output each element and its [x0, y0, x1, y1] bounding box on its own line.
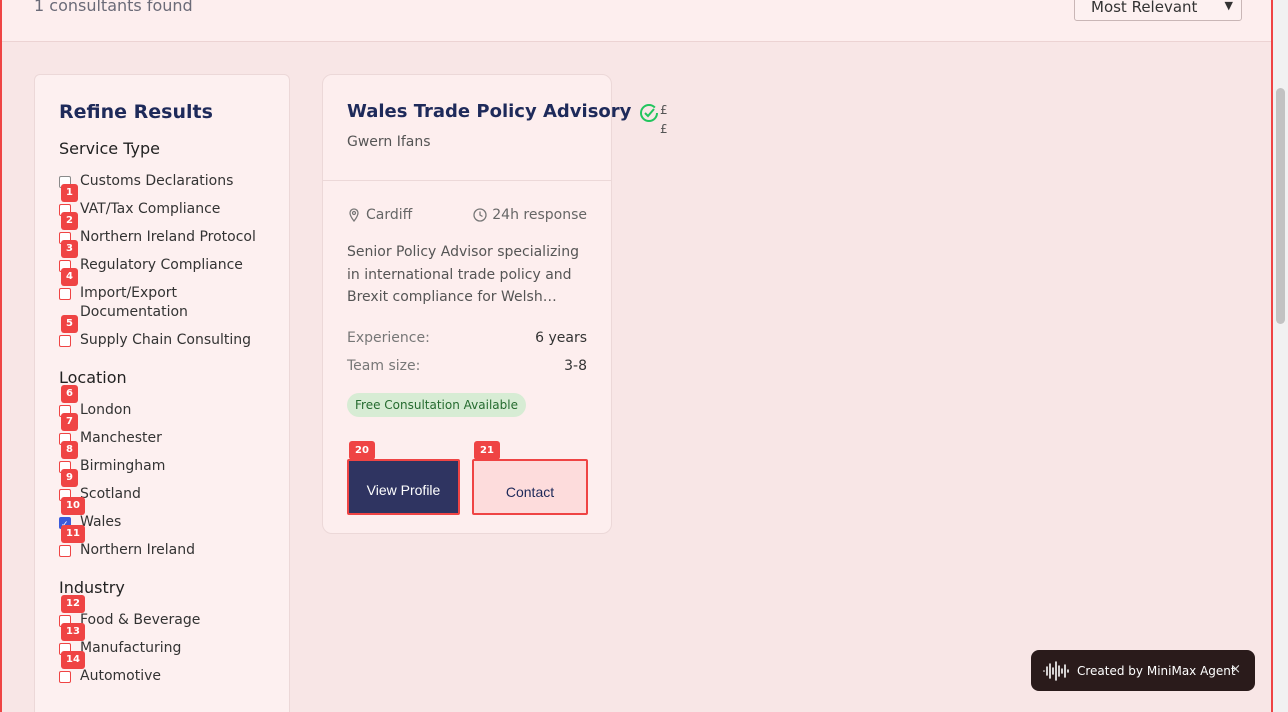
scrollbar-thumb[interactable] — [1276, 88, 1285, 324]
page: 1 consultants found Most Relevant ▼ Refi… — [0, 0, 1273, 712]
filter-option-label: Northern Ireland Protocol — [80, 229, 256, 245]
waveform-icon — [1043, 660, 1069, 681]
sort-value: Most Relevant — [1091, 0, 1198, 16]
element-tag: 8 — [61, 441, 78, 459]
filter-option-label: Food & Beverage — [80, 612, 201, 628]
filter-option[interactable]: Customs Declarations — [59, 172, 265, 191]
filter-checkbox[interactable] — [59, 335, 71, 347]
response-info: 24h response — [473, 207, 587, 223]
element-tag: 3 — [61, 240, 78, 258]
experience-value: 6 years — [535, 329, 587, 346]
filter-option-label: Regulatory Compliance — [80, 257, 243, 273]
price-level: £ £ — [660, 103, 668, 136]
experience-row: Experience: 6 years — [347, 329, 587, 347]
filter-option[interactable]: Automotive 14 — [59, 651, 265, 686]
card-title[interactable]: Wales Trade Policy Advisory — [347, 101, 631, 122]
filter-group-title: Service Type — [59, 139, 160, 158]
element-tag: 11 — [61, 525, 85, 543]
element-tag: 2 — [61, 212, 78, 230]
element-tag: 5 — [61, 315, 78, 333]
filter-group: Industry Food & Beverage 12 Manufacturing 13… — [59, 578, 265, 686]
filter-option-label: Northern Ireland — [80, 542, 196, 558]
filter-option[interactable]: Manchester 7 — [59, 413, 265, 448]
location-text: Cardiff — [366, 207, 413, 223]
card-meta: Cardiff 24h response — [347, 207, 587, 223]
sidebar-title: Refine Results — [59, 101, 213, 123]
view-profile-label: View Profile — [366, 481, 441, 498]
filter-option[interactable]: Regulatory Compliance 3 — [59, 240, 265, 275]
element-tag: 21 — [474, 440, 500, 460]
filter-option[interactable]: Northern Ireland 11 — [59, 525, 265, 560]
scrollbar[interactable] — [1273, 0, 1288, 712]
contact-button[interactable]: Contact — [472, 458, 588, 515]
contact-label: Contact — [505, 483, 555, 500]
filter-group: Location London 6 Manchester 7 Birmingham 8 Sco… — [59, 368, 265, 560]
element-tag: 4 — [61, 268, 78, 286]
filter-group: Service Type Customs Declarations VAT/Tax … — [59, 139, 265, 350]
map-pin-icon — [349, 208, 359, 222]
filter-option[interactable]: London 6 — [59, 385, 265, 420]
filter-option[interactable]: Birmingham 8 — [59, 441, 265, 476]
filter-option[interactable]: Wales10 — [59, 497, 265, 535]
filter-option-label: Birmingham — [80, 458, 166, 474]
filter-option-label: Automotive — [80, 668, 161, 684]
filter-option-label: Import/Export Documentation — [80, 285, 188, 320]
element-tag: 1 — [61, 184, 78, 202]
results-count: 1 consultants found — [34, 0, 193, 15]
element-tag: 12 — [61, 595, 85, 613]
location-info: Cardiff — [347, 207, 412, 223]
card-actions: View Profile 20 Contact 21 — [347, 440, 588, 515]
toast-text: Created by MiniMax Agent — [1077, 663, 1236, 678]
close-icon[interactable]: × — [1230, 662, 1241, 677]
filter-option-label: Customs Declarations — [80, 173, 234, 189]
team-size-row: Team size: 3-8 — [347, 357, 587, 375]
filter-option-label: VAT/Tax Compliance — [80, 201, 221, 217]
element-tag: 9 — [61, 469, 78, 487]
filter-option[interactable]: Northern Ireland Protocol 2 — [59, 212, 265, 247]
experience-label: Experience: — [347, 329, 430, 346]
element-tag: 20 — [349, 440, 375, 460]
team-size-label: Team size: — [347, 357, 421, 374]
filter-option[interactable]: VAT/Tax Compliance 1 — [59, 184, 265, 219]
filter-group-title: Industry — [59, 578, 125, 597]
filter-option[interactable]: Import/Export Documentation 4 — [59, 268, 265, 322]
element-tag: 14 — [61, 651, 85, 669]
filter-option[interactable]: Food & Beverage 12 — [59, 595, 265, 630]
filter-group-title: Location — [59, 368, 127, 387]
free-consultation-badge: Free Consultation Available — [347, 392, 526, 417]
filter-option[interactable]: Manufacturing 13 — [59, 623, 265, 658]
agent-toast: Created by MiniMax Agent × — [1031, 650, 1255, 691]
filter-option[interactable]: Supply Chain Consulting 5 — [59, 315, 265, 350]
element-tag: 13 — [61, 623, 85, 641]
consultant-card: Wales Trade Policy Advisory £ £ Gwern Ifa… — [322, 74, 668, 534]
filter-checkbox[interactable] — [59, 671, 71, 683]
filter-checkbox[interactable] — [59, 545, 71, 557]
card-description: Senior Policy Advisor specializing in in… — [347, 244, 579, 305]
element-tag: 10 — [61, 497, 85, 515]
card-header: Wales Trade Policy Advisory £ £ Gwern Ifa… — [323, 75, 668, 181]
clock-icon — [473, 208, 487, 222]
filter-option-label: Supply Chain Consulting — [80, 332, 252, 348]
sort-select[interactable]: Most Relevant ▼ — [1074, 0, 1242, 21]
results-bar: 1 consultants found Most Relevant ▼ — [2, 0, 1271, 42]
consultant-name: Gwern Ifans — [347, 134, 431, 150]
view-profile-button[interactable]: View Profile — [347, 458, 460, 515]
filter-option-label: London — [80, 402, 132, 418]
filter-option-label: Manchester — [80, 430, 162, 446]
chevron-down-icon: ▼ — [1224, 0, 1233, 12]
filter-option-label: Wales — [80, 514, 122, 530]
check-circle-icon — [640, 104, 658, 122]
element-tag: 7 — [61, 413, 78, 431]
team-size-value: 3-8 — [564, 357, 587, 374]
filter-sidebar: Refine Results Service Type Customs Decla… — [34, 74, 290, 712]
response-text: 24h response — [492, 207, 587, 223]
filter-option-label: Scotland — [80, 486, 141, 502]
filter-checkbox[interactable] — [59, 288, 71, 300]
filter-option-label: Manufacturing — [80, 640, 182, 656]
element-tag: 6 — [61, 385, 78, 403]
filter-option[interactable]: Scotland 9 — [59, 469, 265, 504]
